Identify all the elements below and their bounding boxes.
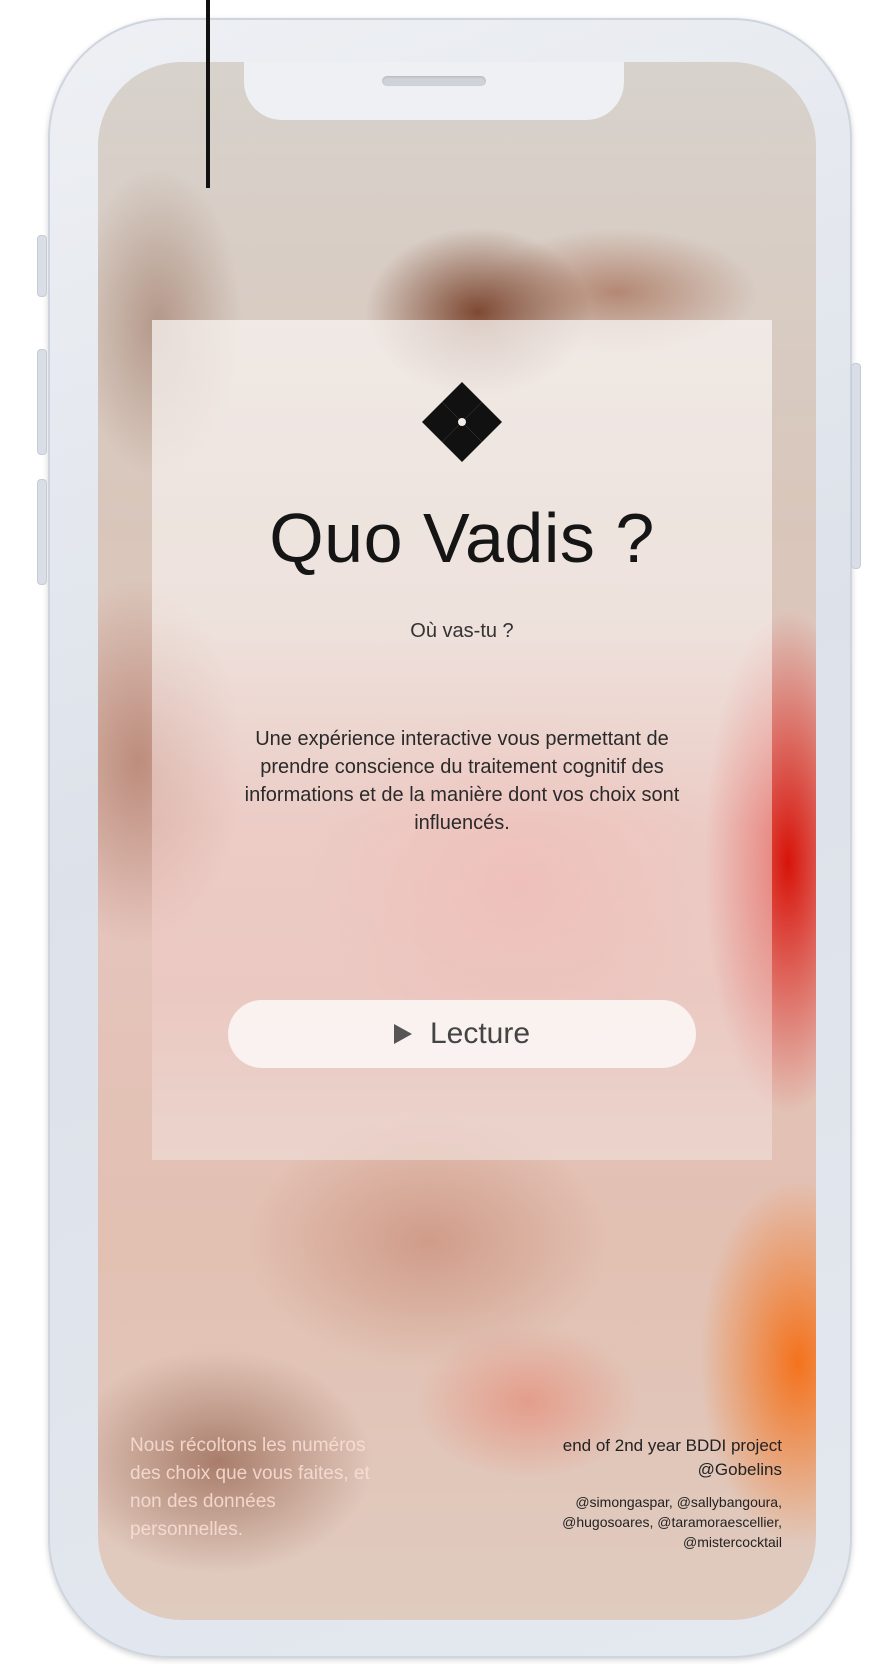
credits-line-3[interactable]: @mistercocktail — [452, 1532, 782, 1552]
mute-switch — [38, 236, 46, 296]
play-button-label: Lecture — [429, 1017, 531, 1050]
privacy-note: Nous récoltons les numéros des choix que… — [130, 1435, 370, 1540]
intro-card: Quo Vadis ? Où vas-tu ? Une expérience i… — [152, 320, 772, 1160]
notch — [244, 62, 624, 120]
project-line: end of 2nd year BDDI project — [562, 1436, 782, 1455]
intro-description: Une expérience interactive vous permetta… — [244, 728, 680, 834]
phone-screen: Quo Vadis ? Où vas-tu ? Une expérience i… — [98, 62, 816, 1620]
volume-down-button — [38, 480, 46, 584]
credits: end of 2nd year BDDI project @Gobelins @… — [452, 1434, 782, 1552]
volume-up-button — [38, 350, 46, 454]
pointer-line — [206, 0, 210, 188]
play-icon — [393, 1024, 412, 1044]
play-button[interactable]: Lecture — [228, 1000, 696, 1068]
power-button — [852, 364, 860, 568]
credits-line-1[interactable]: @simongaspar, @sallybangoura, — [452, 1492, 782, 1512]
school-link[interactable]: @Gobelins — [452, 1458, 782, 1482]
page-subtitle: Où vas-tu ? — [410, 620, 514, 642]
diamond-logo-icon — [422, 382, 502, 462]
mockup-stage: Quo Vadis ? Où vas-tu ? Une expérience i… — [0, 0, 872, 1664]
credits-line-2[interactable]: @hugosoares, @taramoraescellier, — [452, 1512, 782, 1532]
page-title: Quo Vadis ? — [269, 499, 655, 577]
speaker-grille — [382, 76, 486, 86]
